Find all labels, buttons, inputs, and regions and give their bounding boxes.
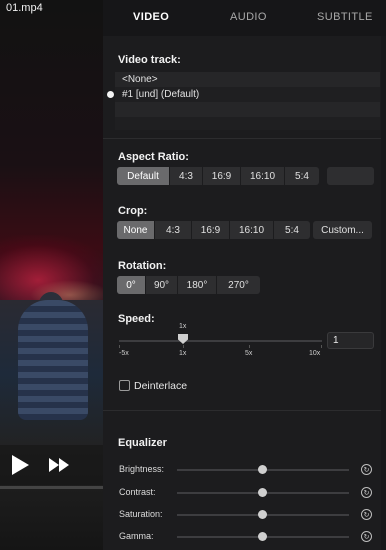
fast-forward-icon[interactable] (48, 456, 70, 474)
speed-slider-track[interactable] (119, 340, 322, 342)
deinterlace-checkbox[interactable] (119, 380, 130, 391)
track-option-none[interactable]: <None> (115, 72, 380, 87)
eq-label-saturation: Saturation: (119, 509, 163, 519)
brightness-thumb[interactable] (258, 465, 267, 474)
play-icon[interactable] (10, 454, 30, 476)
reset-icon[interactable]: ↻ (361, 487, 372, 498)
person-striped-shirt (18, 300, 88, 420)
gamma-thumb[interactable] (258, 532, 267, 541)
tab-video[interactable]: VIDEO (133, 11, 169, 23)
timeline-bar[interactable] (0, 486, 103, 489)
speed-title: Speed: (118, 313, 155, 325)
rotation-option-180[interactable]: 180° (178, 276, 217, 294)
rotation-option-90[interactable]: 90° (146, 276, 178, 294)
speed-tick-label: 5x (245, 350, 253, 357)
deinterlace-label: Deinterlace (134, 380, 188, 392)
video-player[interactable]: 01.mp4 (0, 0, 103, 550)
aspect-option-16-10[interactable]: 16:10 (241, 167, 285, 185)
speed-current-marker: 1x (179, 323, 187, 330)
aspect-custom-field[interactable] (327, 167, 374, 185)
panel-scrollbar[interactable] (381, 36, 386, 550)
track-option-label: <None> (122, 74, 158, 85)
track-option-1[interactable]: #1 [und] (Default) (107, 87, 380, 102)
aspect-option-16-9[interactable]: 16:9 (203, 167, 241, 185)
aspect-ratio-title: Aspect Ratio: (118, 151, 189, 163)
speed-tick-label: 10x (309, 350, 321, 357)
speed-value-field[interactable]: 1 (327, 332, 374, 349)
rotation-segmented: 0° 90° 180° 270° (117, 276, 260, 294)
rotation-option-0[interactable]: 0° (117, 276, 146, 294)
tab-audio[interactable]: AUDIO (230, 11, 267, 23)
crop-option-none[interactable]: None (117, 221, 155, 239)
divider (103, 138, 386, 139)
eq-label-contrast: Contrast: (119, 487, 156, 497)
track-empty-row (115, 102, 380, 117)
speed-slider-thumb[interactable] (178, 334, 188, 344)
reset-icon[interactable]: ↻ (361, 509, 372, 520)
speed-tick (249, 345, 250, 348)
reset-icon[interactable]: ↻ (361, 531, 372, 542)
equalizer-title: Equalizer (118, 437, 167, 449)
divider (103, 410, 386, 411)
reset-icon[interactable]: ↻ (361, 464, 372, 475)
video-track-list[interactable]: <None> #1 [und] (Default) (107, 72, 380, 130)
video-track-title: Video track: (118, 54, 181, 66)
speed-tick (321, 345, 322, 348)
video-settings-panel: VIDEO AUDIO SUBTITLE Video track: <None>… (103, 0, 386, 550)
crop-title: Crop: (118, 205, 148, 217)
aspect-option-4-3[interactable]: 4:3 (170, 167, 203, 185)
video-filename: 01.mp4 (6, 2, 43, 14)
speed-tick (119, 345, 120, 348)
crop-option-4-3[interactable]: 4:3 (155, 221, 192, 239)
saturation-thumb[interactable] (258, 510, 267, 519)
eq-label-gamma: Gamma: (119, 531, 154, 541)
tab-subtitle[interactable]: SUBTITLE (317, 11, 373, 23)
aspect-ratio-segmented: Default 4:3 16:9 16:10 5:4 (117, 167, 319, 185)
speed-tick-label: 1x (179, 350, 187, 357)
crop-custom-button[interactable]: Custom... (313, 221, 372, 239)
selected-dot-icon (107, 91, 114, 98)
rotation-title: Rotation: (118, 260, 167, 272)
aspect-option-5-4[interactable]: 5:4 (285, 167, 319, 185)
tab-bar: VIDEO AUDIO SUBTITLE (103, 0, 386, 36)
crop-segmented: None 4:3 16:9 16:10 5:4 (117, 221, 310, 239)
track-option-label: #1 [und] (Default) (122, 89, 200, 100)
contrast-thumb[interactable] (258, 488, 267, 497)
eq-label-brightness: Brightness: (119, 464, 165, 474)
aspect-option-default[interactable]: Default (117, 167, 170, 185)
speed-tick (183, 345, 184, 348)
crop-option-16-10[interactable]: 16:10 (230, 221, 274, 239)
crop-option-16-9[interactable]: 16:9 (192, 221, 230, 239)
speed-tick-label: -5x (119, 350, 129, 357)
rotation-option-270[interactable]: 270° (217, 276, 260, 294)
crop-option-5-4[interactable]: 5:4 (274, 221, 310, 239)
